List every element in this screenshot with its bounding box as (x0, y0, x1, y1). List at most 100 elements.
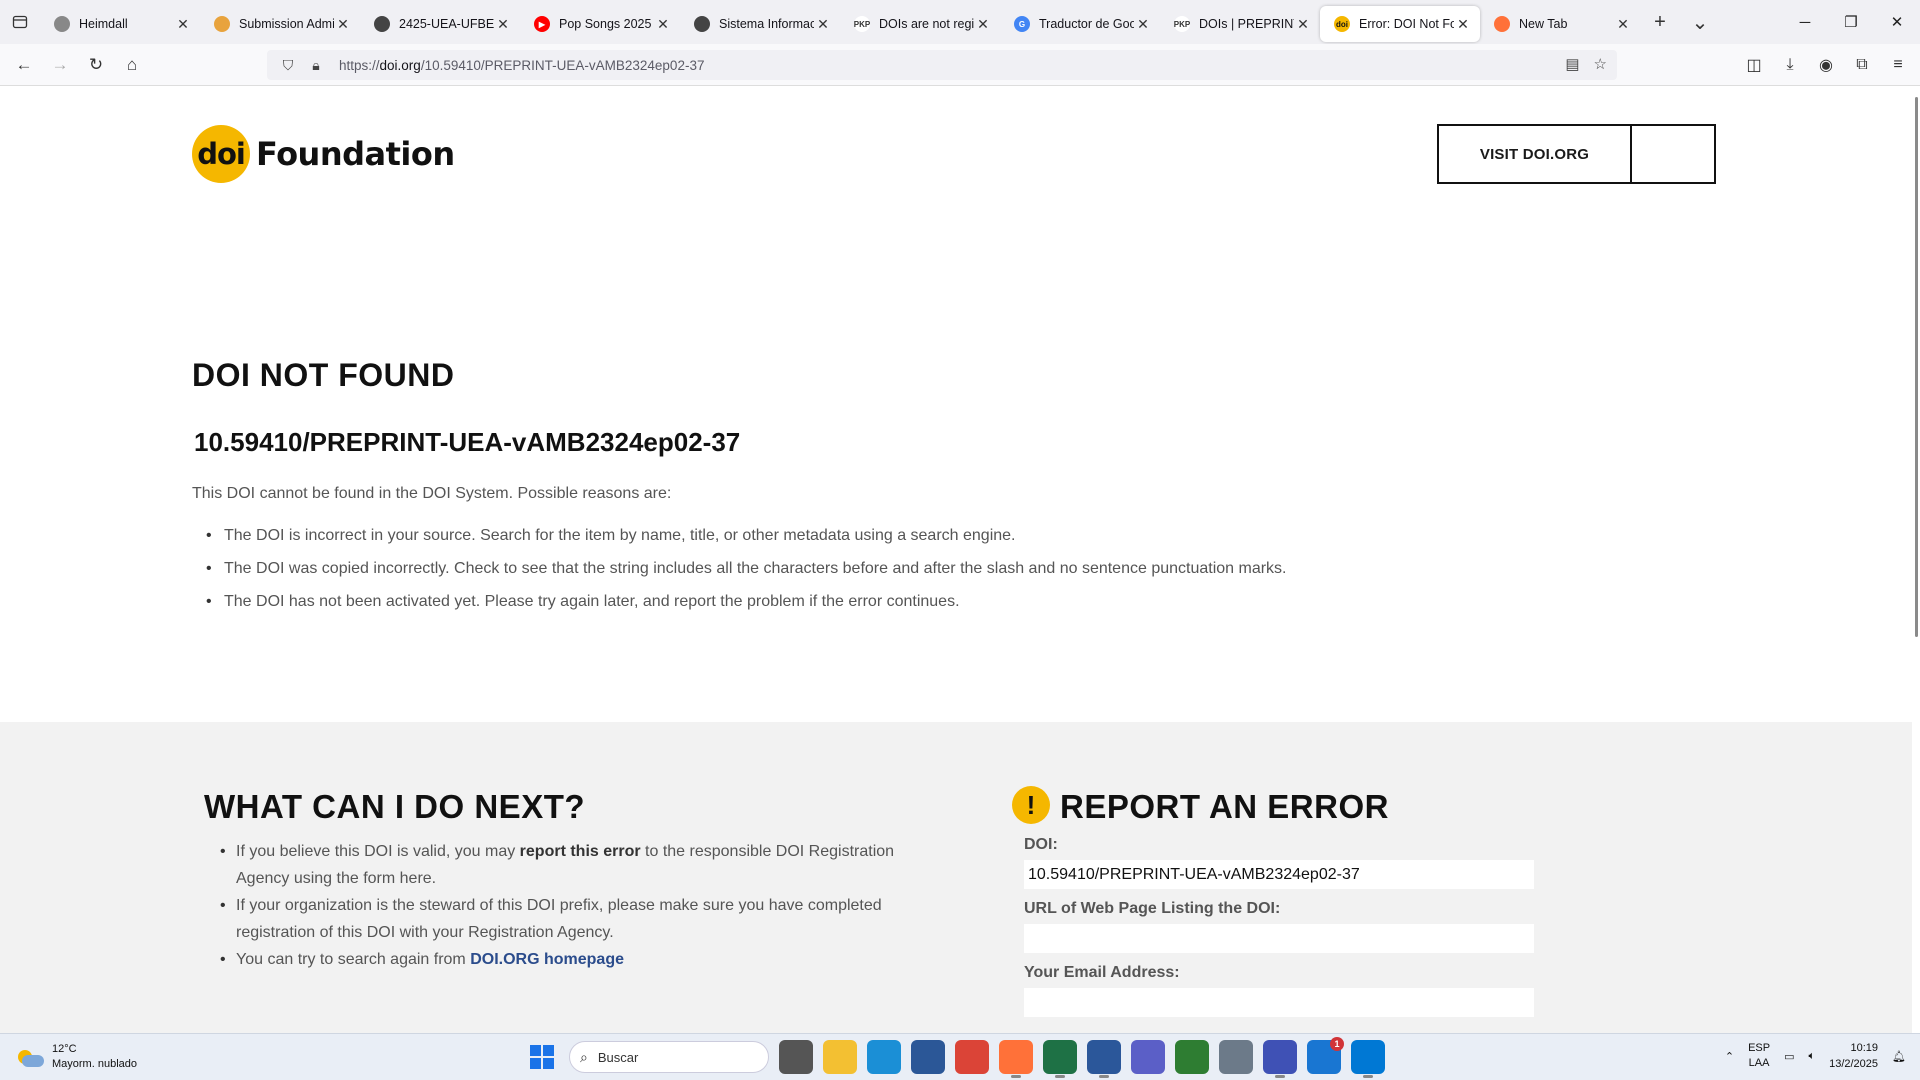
tab-strip: Heimdall✕Submission Admini✕2425-UEA-UFBE… (0, 0, 1920, 44)
store-icon[interactable] (911, 1040, 945, 1074)
list-item: The DOI was copied incorrectly. Check to… (192, 560, 1287, 578)
navigation-toolbar: ← → ↻ ⌂ ⛉ 🔒︎ https://doi.org/10.59410/PR… (0, 44, 1920, 86)
start-button[interactable] (525, 1040, 559, 1074)
notepad-icon[interactable] (1351, 1040, 1385, 1078)
url-field[interactable] (1024, 924, 1534, 953)
window-controls: ─ ❐ ✕ (1782, 0, 1920, 44)
pocket-icon[interactable]: ◫ (1740, 50, 1768, 80)
bookmark-star-icon[interactable]: ☆ (1594, 55, 1607, 73)
close-tab-icon[interactable]: ✕ (654, 16, 672, 33)
reader-view-icon[interactable]: ▤ (1565, 55, 1579, 73)
minimize-icon[interactable]: ─ (1782, 0, 1828, 44)
visit-doi-button[interactable]: VISIT DOI.ORG (1439, 126, 1632, 182)
app-menu-icon[interactable]: ≡ (1884, 50, 1912, 80)
search-icon: ⌕ (580, 1048, 588, 1065)
browser-tab[interactable]: Heimdall ✕ (40, 6, 200, 42)
tab-title: Sistema Informació (719, 17, 814, 31)
browser-tab[interactable]: PKP DOIs | PREPRINT UE✕ (1160, 6, 1320, 42)
next-steps-section: WHAT CAN I DO NEXT? If you believe this … (0, 722, 1912, 1033)
tracking-protection-icon[interactable]: ⛉ (277, 57, 299, 74)
taskbar-search[interactable]: ⌕ Buscar (569, 1041, 769, 1073)
email-field-label: Your Email Address: (1024, 964, 1180, 981)
browser-tab[interactable]: doi Error: DOI Not Foun✕ (1320, 6, 1480, 42)
doi-logo-mark: doi (192, 125, 250, 183)
firefox-view-button[interactable] (0, 0, 40, 44)
new-tab-button[interactable]: + (1640, 11, 1680, 34)
close-tab-icon[interactable]: ✕ (174, 16, 192, 33)
back-button[interactable]: ← (6, 49, 42, 81)
tab-title: 2425-UEA-UFBEP-0 (399, 17, 494, 31)
app-icon[interactable] (1219, 1040, 1253, 1074)
clock[interactable]: 10:19 13/2/2025 (1829, 1040, 1878, 1072)
email-field[interactable] (1024, 988, 1534, 1017)
browser-tab[interactable]: PKP DOIs are not registe✕ (840, 6, 1000, 42)
url-text[interactable]: https://doi.org/10.59410/PREPRINT-UEA-vA… (339, 58, 704, 73)
save-app-icon[interactable] (1263, 1040, 1297, 1078)
network-icon[interactable]: ▭ (1784, 1050, 1794, 1063)
report-error-link[interactable]: report this error (520, 843, 641, 860)
home-button[interactable]: ⌂ (114, 49, 150, 81)
partly-cloudy-icon (16, 1046, 44, 1068)
file-explorer-icon[interactable] (823, 1040, 857, 1074)
doi-foundation-logo[interactable]: doi Foundation (192, 125, 455, 183)
header-actions: VISIT DOI.ORG (1437, 124, 1716, 184)
excel-icon[interactable] (1043, 1040, 1077, 1078)
address-bar[interactable]: ⛉ 🔒︎ https://doi.org/10.59410/PREPRINT-U… (267, 50, 1617, 80)
system-tray: ⌃ ESP LAA ▭ 🔈︎ 10:19 13/2/2025 🔔︎ (1725, 1040, 1906, 1072)
tab-title: DOIs are not registe (879, 17, 974, 31)
weather-widget[interactable]: 12°C Mayorm. nublado (16, 1042, 137, 1072)
close-tab-icon[interactable]: ✕ (494, 16, 512, 33)
report-form: DOI: 10.59410/PREPRINT-UEA-vAMB2324ep02-… (1024, 836, 1534, 1028)
browser-tab[interactable]: Submission Admini✕ (200, 6, 360, 42)
reload-button[interactable]: ↻ (78, 49, 114, 81)
notifications-icon[interactable]: 🔔︎ (1892, 1050, 1906, 1063)
browser-tab[interactable]: G Traductor de Googl✕ (1000, 6, 1160, 42)
weather-text: Mayorm. nublado (52, 1058, 137, 1070)
edge-icon[interactable] (867, 1040, 901, 1074)
close-window-icon[interactable]: ✕ (1874, 0, 1920, 44)
tab-favicon-icon (54, 16, 70, 32)
downloads-icon[interactable]: ⤓ (1776, 50, 1804, 80)
chrome-icon[interactable] (955, 1040, 989, 1074)
browser-tab[interactable]: New Tab ✕ (1480, 6, 1640, 42)
close-tab-icon[interactable]: ✕ (814, 16, 832, 33)
extensions-icon[interactable]: ⧉ (1848, 50, 1876, 80)
tab-title: Heimdall (79, 17, 128, 31)
tab-favicon-icon: PKP (1174, 16, 1190, 32)
browser-tab[interactable]: ▶ Pop Songs 2025 (Be✕ (520, 6, 680, 42)
list-all-tabs-button[interactable]: ⌄ (1680, 10, 1720, 35)
firefox-icon[interactable] (999, 1040, 1033, 1078)
task-view-icon[interactable] (779, 1040, 813, 1074)
list-item: The DOI has not been activated yet. Plea… (192, 593, 1287, 611)
forward-button[interactable]: → (42, 49, 78, 81)
app-icon[interactable]: 1 (1307, 1037, 1344, 1074)
app-icon[interactable] (1175, 1040, 1209, 1074)
doi-field[interactable]: 10.59410/PREPRINT-UEA-vAMB2324ep02-37 (1024, 860, 1534, 889)
close-tab-icon[interactable]: ✕ (1294, 16, 1312, 33)
doi-field-label: DOI: (1024, 836, 1058, 853)
teams-icon[interactable] (1131, 1040, 1165, 1074)
exclamation-icon: ! (1012, 786, 1050, 824)
close-tab-icon[interactable]: ✕ (1454, 16, 1472, 33)
browser-tab[interactable]: 2425-UEA-UFBEP-0✕ (360, 6, 520, 42)
word-icon[interactable] (1087, 1040, 1121, 1078)
taskbar-apps: ⌕ Buscar 1 (525, 1037, 1385, 1078)
web-page: doi Foundation VISIT DOI.ORG DOI NOT FOU… (0, 87, 1920, 1033)
chevron-up-icon[interactable]: ⌃ (1725, 1050, 1734, 1063)
notification-badge: 1 (1330, 1037, 1344, 1051)
account-icon[interactable]: ◉ (1812, 50, 1840, 80)
list-item: If your organization is the steward of t… (218, 892, 908, 946)
menu-button[interactable] (1632, 126, 1714, 182)
lock-icon[interactable]: 🔒︎ (305, 57, 327, 74)
close-tab-icon[interactable]: ✕ (974, 16, 992, 33)
page-scrollbar[interactable] (1912, 87, 1920, 1033)
close-tab-icon[interactable]: ✕ (1134, 16, 1152, 33)
restore-icon[interactable]: ❐ (1828, 0, 1874, 44)
close-tab-icon[interactable]: ✕ (1614, 16, 1632, 33)
volume-icon[interactable]: 🔈︎ (1808, 1050, 1815, 1063)
list-item: You can try to search again from DOI.ORG… (218, 946, 908, 973)
close-tab-icon[interactable]: ✕ (334, 16, 352, 33)
language-indicator[interactable]: ESP LAA (1748, 1041, 1770, 1071)
doi-homepage-link[interactable]: DOI.ORG homepage (470, 951, 624, 968)
browser-tab[interactable]: Sistema Informació✕ (680, 6, 840, 42)
